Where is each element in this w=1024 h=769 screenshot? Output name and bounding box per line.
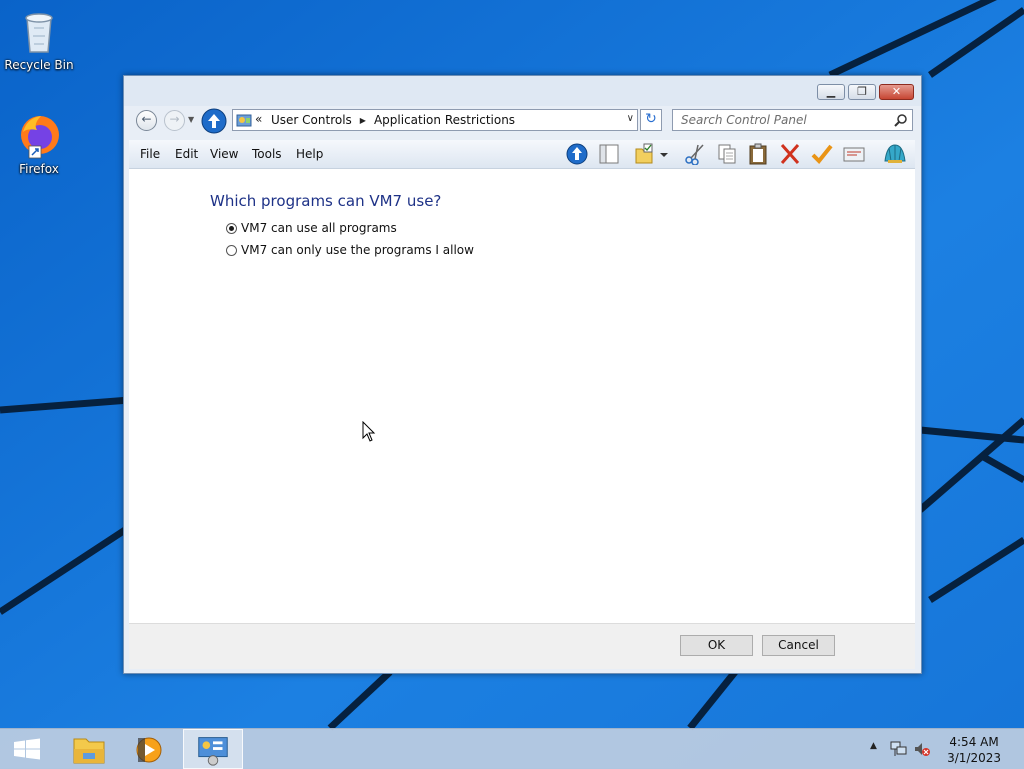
forward-button[interactable]: → xyxy=(164,110,185,131)
option-label[interactable]: VM7 can use all programs xyxy=(241,221,397,235)
recycle-bin-icon xyxy=(25,13,53,53)
breadcrumb-separator-icon[interactable]: ▶ xyxy=(360,116,366,125)
show-hidden-icons-icon[interactable]: ▲ xyxy=(870,741,877,751)
shell-icon[interactable] xyxy=(883,143,907,165)
option-allowed-programs[interactable]: VM7 can only use the programs I allow xyxy=(226,243,474,257)
recent-pages-dropdown[interactable]: ▼ xyxy=(188,115,194,124)
desktop-icon-label: Firefox xyxy=(19,162,59,176)
up-level-button[interactable] xyxy=(201,108,227,134)
menu-tools[interactable]: Tools xyxy=(252,147,282,161)
dropdown-arrow-icon[interactable] xyxy=(658,143,670,165)
title-bar[interactable]: ▁ ❐ ✕ xyxy=(124,76,921,106)
properties-icon[interactable] xyxy=(842,143,866,165)
checkmark-icon[interactable] xyxy=(810,143,834,165)
control-panel-window: ▁ ❐ ✕ ← → ▼ « User Controls ▶ Application … xyxy=(123,75,922,674)
close-icon: ✕ xyxy=(891,85,902,98)
restore-icon: ❐ xyxy=(857,85,867,98)
folder-icon[interactable] xyxy=(632,143,656,165)
restore-button[interactable]: ❐ xyxy=(848,84,876,100)
option-all-programs[interactable]: VM7 can use all programs xyxy=(226,221,397,235)
radio-button-selected[interactable] xyxy=(226,222,237,234)
minimize-button[interactable]: ▁ xyxy=(817,84,845,100)
volume-muted-icon[interactable] xyxy=(913,741,931,757)
search-input[interactable] xyxy=(679,112,893,128)
desktop-icon-firefox[interactable]: Firefox xyxy=(1,110,77,176)
page-title: Which programs can VM7 use? xyxy=(210,192,442,210)
control-panel-icon[interactable] xyxy=(183,729,243,769)
cancel-button[interactable]: Cancel xyxy=(762,635,835,656)
desktop-icon-recycle-bin[interactable]: Recycle Bin xyxy=(1,6,77,72)
address-dropdown-icon[interactable]: ∨ xyxy=(627,113,634,124)
start-icon[interactable] xyxy=(0,729,54,769)
menu-bar: File Edit View Tools Help xyxy=(129,140,915,169)
media-player-icon[interactable] xyxy=(119,729,179,769)
up-arrow-icon[interactable] xyxy=(565,143,589,165)
refresh-button[interactable]: ↻ xyxy=(640,109,662,131)
close-button[interactable]: ✕ xyxy=(879,84,914,100)
breadcrumb-item-user-controls[interactable]: User Controls xyxy=(271,113,352,127)
radio-button-unselected[interactable] xyxy=(226,244,237,256)
breadcrumb-item-application-restrictions[interactable]: Application Restrictions xyxy=(374,113,515,127)
file-explorer-icon[interactable] xyxy=(59,729,119,769)
cut-icon[interactable] xyxy=(683,143,707,165)
forward-arrow-icon: → xyxy=(169,112,180,126)
minimize-icon: ▁ xyxy=(826,85,836,98)
breadcrumb: User Controls ▶ Application Restrictions xyxy=(271,113,515,127)
paste-icon[interactable] xyxy=(746,143,770,165)
search-box xyxy=(672,109,913,131)
menu-view[interactable]: View xyxy=(210,147,238,161)
clock-date: 3/1/2023 xyxy=(947,751,1001,765)
menu-file[interactable]: File xyxy=(140,147,160,161)
back-arrow-icon: ← xyxy=(141,112,152,126)
navigation-bar: ← → ▼ « User Controls ▶ Application Restri… xyxy=(124,106,921,136)
network-icon[interactable] xyxy=(889,740,907,758)
option-label[interactable]: VM7 can only use the programs I allow xyxy=(241,243,474,257)
taskbar: ▲ 4:54 AM 3/1/2023 xyxy=(0,728,1024,769)
system-clock[interactable]: 4:54 AM 3/1/2023 xyxy=(947,734,1001,766)
content-area: Which programs can VM7 use? VM7 can use … xyxy=(129,169,915,623)
dialog-footer: OK Cancel xyxy=(129,623,915,669)
menu-help[interactable]: Help xyxy=(296,147,323,161)
firefox-icon xyxy=(21,116,59,159)
menu-edit[interactable]: Edit xyxy=(175,147,198,161)
panel-icon[interactable] xyxy=(597,143,621,165)
breadcrumb-overflow[interactable]: « xyxy=(255,112,262,126)
mouse-cursor-icon xyxy=(362,421,376,442)
clock-time: 4:54 AM xyxy=(949,735,999,749)
copy-icon[interactable] xyxy=(715,143,739,165)
address-bar[interactable]: « User Controls ▶ Application Restrictions… xyxy=(232,109,638,131)
ok-button[interactable]: OK xyxy=(680,635,753,656)
refresh-icon: ↻ xyxy=(645,111,657,127)
delete-icon[interactable] xyxy=(778,143,802,165)
search-icon[interactable] xyxy=(894,113,908,127)
back-button[interactable]: ← xyxy=(136,110,157,131)
control-panel-icon xyxy=(236,114,252,127)
desktop-icon-label: Recycle Bin xyxy=(4,58,74,72)
